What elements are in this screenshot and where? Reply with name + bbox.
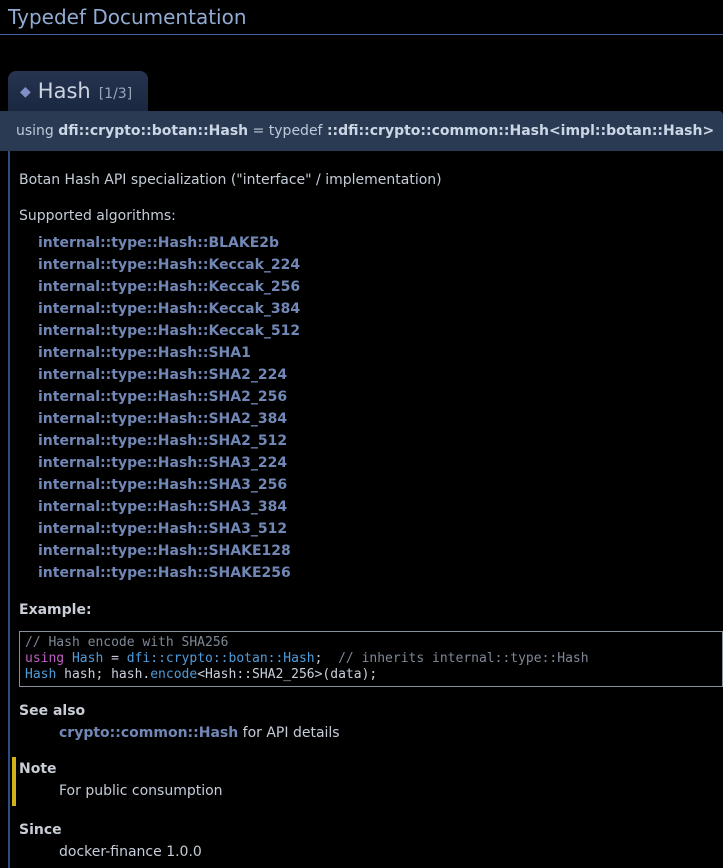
algorithm-link[interactable]: internal::type::Hash::SHA2_256 <box>38 386 723 408</box>
using-keyword: using <box>16 123 58 139</box>
code-token-keyword: using <box>25 651 64 666</box>
member-name: Hash <box>38 79 91 103</box>
see-also-link[interactable]: crypto::common::Hash <box>59 725 238 741</box>
algorithm-link[interactable]: internal::type::Hash::Keccak_512 <box>38 320 723 342</box>
code-link[interactable]: Hash <box>72 651 103 666</box>
description-text: Botan Hash API specialization ("interfac… <box>19 172 723 188</box>
note-section: Note For public consumption <box>12 757 723 806</box>
member-prototype: using dfi::crypto::botan::Hash = typedef… <box>0 111 723 151</box>
code-token-plain: hash; hash. <box>56 667 150 682</box>
algorithm-link-list: internal::type::Hash::BLAKE2binternal::t… <box>19 232 723 584</box>
code-token-plain <box>64 651 72 666</box>
algorithm-link[interactable]: internal::type::Hash::BLAKE2b <box>38 232 723 254</box>
code-line: // Hash encode with SHA256 <box>25 635 717 651</box>
note-text: For public consumption <box>59 783 723 799</box>
algorithm-link[interactable]: internal::type::Hash::Keccak_384 <box>38 298 723 320</box>
algorithm-link[interactable]: internal::type::Hash::SHA2_224 <box>38 364 723 386</box>
algorithm-link[interactable]: internal::type::Hash::Keccak_224 <box>38 254 723 276</box>
code-token-plain: = <box>103 651 126 666</box>
example-label: Example: <box>19 602 723 618</box>
since-label: Since <box>19 822 723 838</box>
page-title: Typedef Documentation <box>0 0 723 35</box>
see-also-section: See also crypto::common::Hash for API de… <box>19 703 723 741</box>
algorithm-link[interactable]: internal::type::Hash::Keccak_256 <box>38 276 723 298</box>
member-title-tab: ◆ Hash [1/3] <box>8 71 148 111</box>
see-also-label: See also <box>19 703 723 719</box>
algorithm-link[interactable]: internal::type::Hash::SHA3_384 <box>38 496 723 518</box>
algorithm-link[interactable]: internal::type::Hash::SHAKE128 <box>38 540 723 562</box>
see-also-text: for API details <box>238 725 339 741</box>
note-label: Note <box>19 761 723 777</box>
code-token-comment: // Hash encode with SHA256 <box>25 635 229 650</box>
code-token-plain: ; <box>315 651 338 666</box>
algorithm-link[interactable]: internal::type::Hash::SHA3_512 <box>38 518 723 540</box>
member-item-hash: ◆Hash[1/3] using dfi::crypto::botan::Has… <box>0 71 723 868</box>
supported-algorithms-label: Supported algorithms: <box>19 208 723 224</box>
algorithm-link[interactable]: internal::type::Hash::SHA1 <box>38 342 723 364</box>
code-link[interactable]: encode <box>150 667 197 682</box>
code-token-plain: <Hash::SHA2_256>(data); <box>197 667 377 682</box>
member-overload-index: [1/3] <box>99 86 132 102</box>
see-also-content: crypto::common::Hash for API details <box>59 725 723 741</box>
code-link[interactable]: dfi::crypto::botan::Hash <box>127 651 315 666</box>
equals-typedef: = typedef <box>248 123 327 139</box>
since-section: Since docker-finance 1.0.0 <box>19 822 723 860</box>
permalink-diamond-icon[interactable]: ◆ <box>20 84 31 100</box>
member-documentation: Botan Hash API specialization ("interfac… <box>8 151 723 868</box>
algorithm-link[interactable]: internal::type::Hash::SHAKE256 <box>38 562 723 584</box>
algorithm-link[interactable]: internal::type::Hash::SHA2_384 <box>38 408 723 430</box>
algorithm-link[interactable]: internal::type::Hash::SHA3_256 <box>38 474 723 496</box>
algorithm-link[interactable]: internal::type::Hash::SHA2_512 <box>38 430 723 452</box>
code-line: using Hash = dfi::crypto::botan::Hash; /… <box>25 651 717 667</box>
code-line: Hash hash; hash.encode<Hash::SHA2_256>(d… <box>25 667 717 683</box>
algorithm-link[interactable]: internal::type::Hash::SHA3_224 <box>38 452 723 474</box>
code-token-comment: // inherits internal::type::Hash <box>338 651 588 666</box>
typedef-definition: ::dfi::crypto::common::Hash<impl::botan:… <box>327 123 714 139</box>
code-block: // Hash encode with SHA256using Hash = d… <box>19 631 723 687</box>
typedef-name: dfi::crypto::botan::Hash <box>58 123 248 139</box>
code-link[interactable]: Hash <box>25 667 56 682</box>
